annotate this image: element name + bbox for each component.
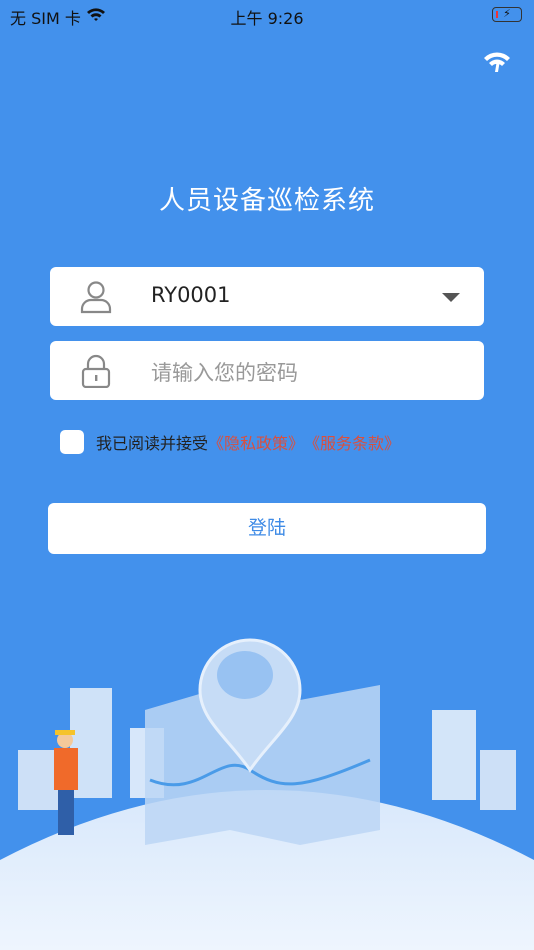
- username-select[interactable]: RY0001: [50, 267, 484, 326]
- app-logo-icon[interactable]: [482, 48, 512, 74]
- clock: 上午 9:26: [230, 9, 304, 28]
- lock-icon: [81, 354, 111, 388]
- battery-icon: ⚡: [492, 7, 522, 22]
- password-field[interactable]: 请输入您的密码: [50, 341, 484, 400]
- login-button[interactable]: 登陆: [48, 503, 486, 554]
- agreement-row: 我已阅读并接受 《隐私政策》 《服务条款》: [60, 430, 400, 454]
- page-title: 人员设备巡检系统: [158, 186, 375, 216]
- privacy-policy-link[interactable]: 《隐私政策》: [208, 430, 304, 454]
- chevron-down-icon[interactable]: [442, 293, 460, 302]
- agree-checkbox[interactable]: [60, 430, 84, 454]
- password-placeholder[interactable]: 请输入您的密码: [151, 357, 298, 387]
- username-value: RY0001: [151, 283, 231, 307]
- status-bar: 无 SIM 卡 上午 9:26 ⚡: [0, 0, 534, 30]
- agree-text: 我已阅读并接受: [96, 434, 209, 453]
- city-map-illustration: [0, 638, 534, 950]
- user-icon: [80, 281, 112, 314]
- terms-link[interactable]: 《服务条款》: [304, 430, 400, 454]
